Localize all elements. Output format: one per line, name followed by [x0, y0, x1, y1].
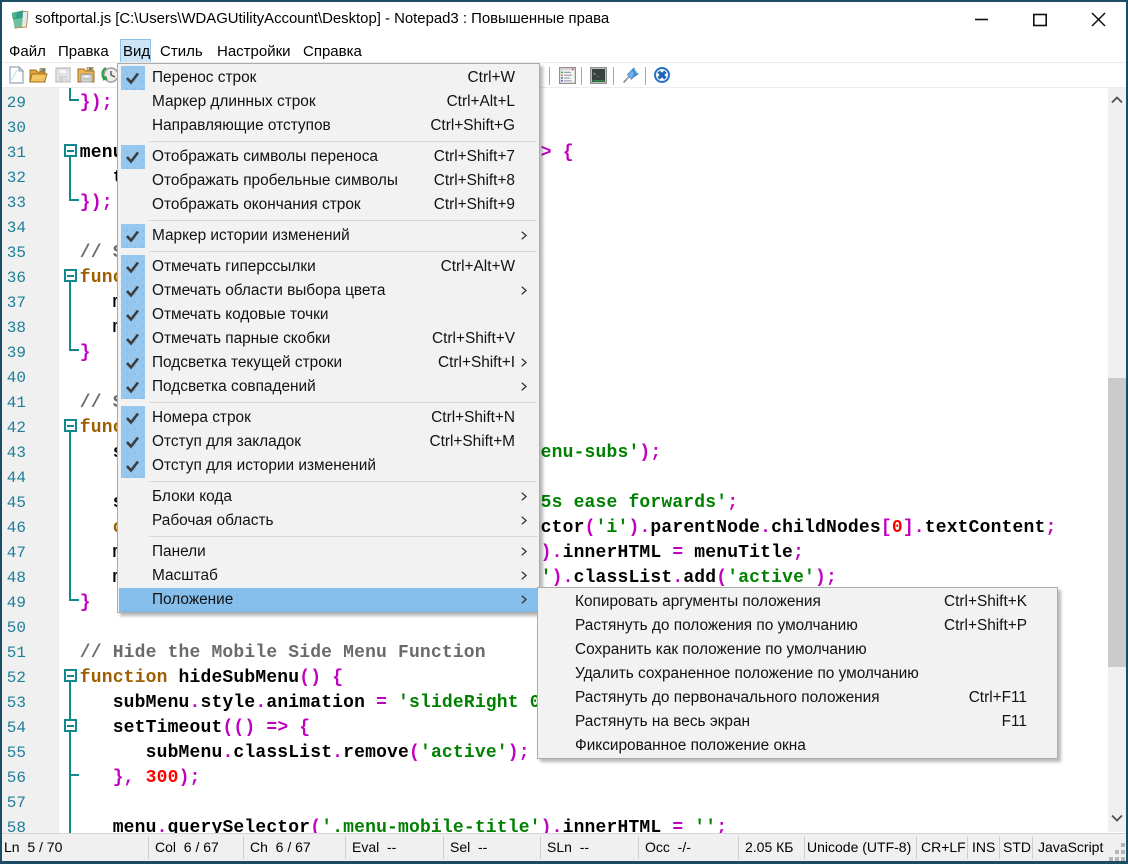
svg-text:>_: >_ — [593, 72, 600, 78]
